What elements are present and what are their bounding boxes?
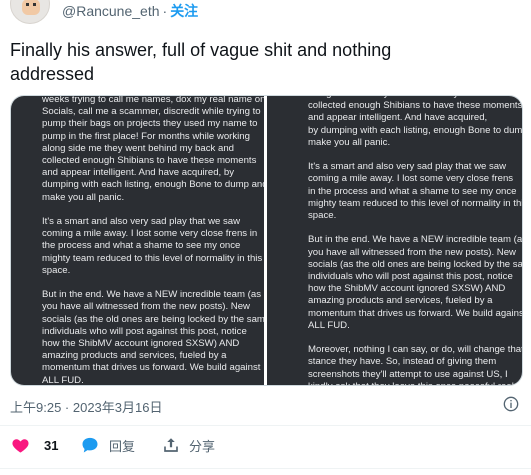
screenshot-text-line: pump in the first place! For months whil… bbox=[42, 130, 250, 142]
like-button[interactable]: 31 bbox=[11, 434, 58, 456]
share-button[interactable]: 分享 bbox=[162, 434, 215, 456]
screenshot-text-line: But in the end. We have a NEW incredible… bbox=[308, 234, 523, 246]
screenshot-paragraph: Moreover, nothing I can say, or do, will… bbox=[308, 344, 523, 385]
reply-label: 回复 bbox=[109, 438, 136, 454]
tweet-text-line: Finally his answer, full of vague shit a… bbox=[10, 40, 392, 60]
follow-button[interactable]: 关注 bbox=[170, 3, 198, 19]
heart-icon bbox=[12, 438, 29, 453]
screenshot-text-line: space. bbox=[42, 264, 71, 276]
screenshot-paragraph: weeks trying to call me names, dox my re… bbox=[42, 96, 264, 204]
screenshot-text-line: momentum that drives us forward. We buil… bbox=[42, 362, 261, 374]
screenshot-text-line: and appear intelligent. And have acquire… bbox=[308, 112, 488, 124]
screenshot-text-line: make you all panic. bbox=[42, 191, 125, 203]
screenshot-text-line: socials (as the old ones are being locke… bbox=[42, 313, 264, 325]
screenshot-text-line: mighty team reduced to this level of nor… bbox=[42, 252, 263, 264]
author-handle[interactable]: @Rancune_eth bbox=[62, 3, 160, 19]
screenshot-text-line: space. bbox=[308, 210, 337, 222]
screenshot-text-line: collected enough Shibians to have these … bbox=[308, 100, 523, 112]
screenshot-text-line: individuals who will post against this p… bbox=[308, 271, 513, 283]
screenshot-text-line: coming a mile away. I lost some very clo… bbox=[42, 228, 258, 240]
share-label: 分享 bbox=[189, 438, 216, 454]
info-icon[interactable] bbox=[503, 396, 519, 412]
screenshot-paragraph: It's a smart and also very sad play that… bbox=[42, 216, 262, 277]
screenshot-text-line: coming a mile away. I lost some very clo… bbox=[308, 173, 514, 185]
screenshot-text-line: in the process and what a shame to see m… bbox=[308, 185, 517, 197]
screenshot-text-line: Socials, call me a scammer, discredit wh… bbox=[42, 106, 261, 118]
screenshot-text-line: you have all witnessed from the new post… bbox=[308, 246, 516, 258]
screenshot-text-line: collected enough Shibians to have these … bbox=[42, 155, 257, 167]
avatar-eye-right bbox=[33, 3, 36, 6]
screenshot-text-line: pump their bags on projects they used my… bbox=[42, 118, 258, 130]
media-image-right[interactable]: along side me they went behind my back a… bbox=[267, 96, 523, 385]
screenshot-text-right: along side me they went behind my back a… bbox=[308, 96, 523, 385]
tweet-text-line: addressed bbox=[10, 64, 95, 84]
screenshot-text-line: by dumping with each listing, enough Bon… bbox=[308, 124, 523, 136]
screenshot-text-line: ALL FUD. bbox=[308, 319, 350, 331]
screenshot-text-line: and appear intelligent. And have acquire… bbox=[42, 167, 235, 179]
screenshot-paragraph: along side me they went behind my back a… bbox=[308, 96, 523, 149]
screenshot-paragraph: But in the end. We have a NEW incredible… bbox=[308, 234, 523, 332]
tweet-header: @Rancune_eth · 关注 bbox=[0, 0, 531, 24]
screenshot-text-line: kindly ask that they leave this once pea… bbox=[308, 381, 522, 385]
screenshot-text-line: make you all panic. bbox=[308, 136, 391, 148]
media-image-left[interactable]: weeks trying to call me names, dox my re… bbox=[11, 96, 264, 386]
screenshot-text-line: momentum that drives us forward. We buil… bbox=[308, 307, 523, 319]
screenshot-text-line: stance they have. So, instead of giving … bbox=[308, 356, 497, 368]
screenshot-text-line: screenshots they'll attempt to use again… bbox=[308, 368, 508, 380]
screenshot-text-line: you have all witnessed from the new post… bbox=[42, 301, 250, 313]
divider bbox=[0, 468, 531, 469]
reply-button[interactable]: 回复 bbox=[80, 434, 135, 456]
action-bar: 31 回复 分享 bbox=[0, 434, 531, 456]
screenshot-text-left: weeks trying to call me names, dox my re… bbox=[42, 96, 264, 386]
screenshot-text-line: the process and what a shame to see my o… bbox=[42, 240, 241, 252]
screenshot-text-line: how the ShibMV account ignored SXSW) AND bbox=[308, 283, 506, 295]
tweet-timestamp[interactable]: 上午9:25 · 2023年3月16日 bbox=[10, 397, 162, 416]
avatar-eye-left bbox=[26, 3, 29, 6]
screenshot-paragraph: It's a smart and also very sad play that… bbox=[308, 161, 523, 222]
reply-bubble-icon bbox=[82, 437, 98, 453]
screenshot-text-line: It's a smart and also very sad play that… bbox=[42, 216, 241, 228]
screenshot-text-line: mighty team reduced to this level of nor… bbox=[308, 197, 523, 209]
like-count: 31 bbox=[44, 437, 59, 453]
screenshot-text-line: weeks trying to call me names, dox my re… bbox=[42, 96, 264, 105]
tweet-text: Finally his answer, full of vague shit a… bbox=[10, 38, 510, 86]
screenshot-text-line: individuals who will post against this p… bbox=[42, 325, 247, 337]
screenshot-text-line: amazing products and services, fueled by… bbox=[42, 350, 227, 362]
screenshot-text-line: ALL FUD. bbox=[42, 374, 84, 386]
screenshot-paragraph: But in the end. We have a NEW incredible… bbox=[42, 289, 264, 386]
screenshot-text-line: how the ShibMV account ignored SXSW) AND bbox=[42, 338, 240, 350]
screenshot-text-line: along side me they went behind my back a… bbox=[42, 142, 234, 154]
screenshot-text-line: amazing products and services, fueled by… bbox=[308, 295, 493, 307]
tweet-media[interactable]: weeks trying to call me names, dox my re… bbox=[10, 95, 523, 386]
author-line: @Rancune_eth · 关注 bbox=[62, 1, 198, 21]
screenshot-text-line: Moreover, nothing I can say, or do, will… bbox=[308, 344, 523, 356]
avatar-face bbox=[22, 0, 40, 15]
screenshot-text-line: dumping with each listing, enough Bone t… bbox=[42, 179, 264, 191]
divider bbox=[0, 425, 531, 426]
avatar[interactable] bbox=[10, 0, 50, 24]
screenshot-text-line: socials (as the old ones are being locke… bbox=[308, 258, 523, 270]
screenshot-text-line: It's a smart and also very sad play that… bbox=[308, 161, 507, 173]
separator-dot: · bbox=[162, 3, 168, 19]
screenshot-text-line: But in the end. We have a NEW incredible… bbox=[42, 289, 261, 301]
share-upload-icon bbox=[164, 438, 178, 452]
